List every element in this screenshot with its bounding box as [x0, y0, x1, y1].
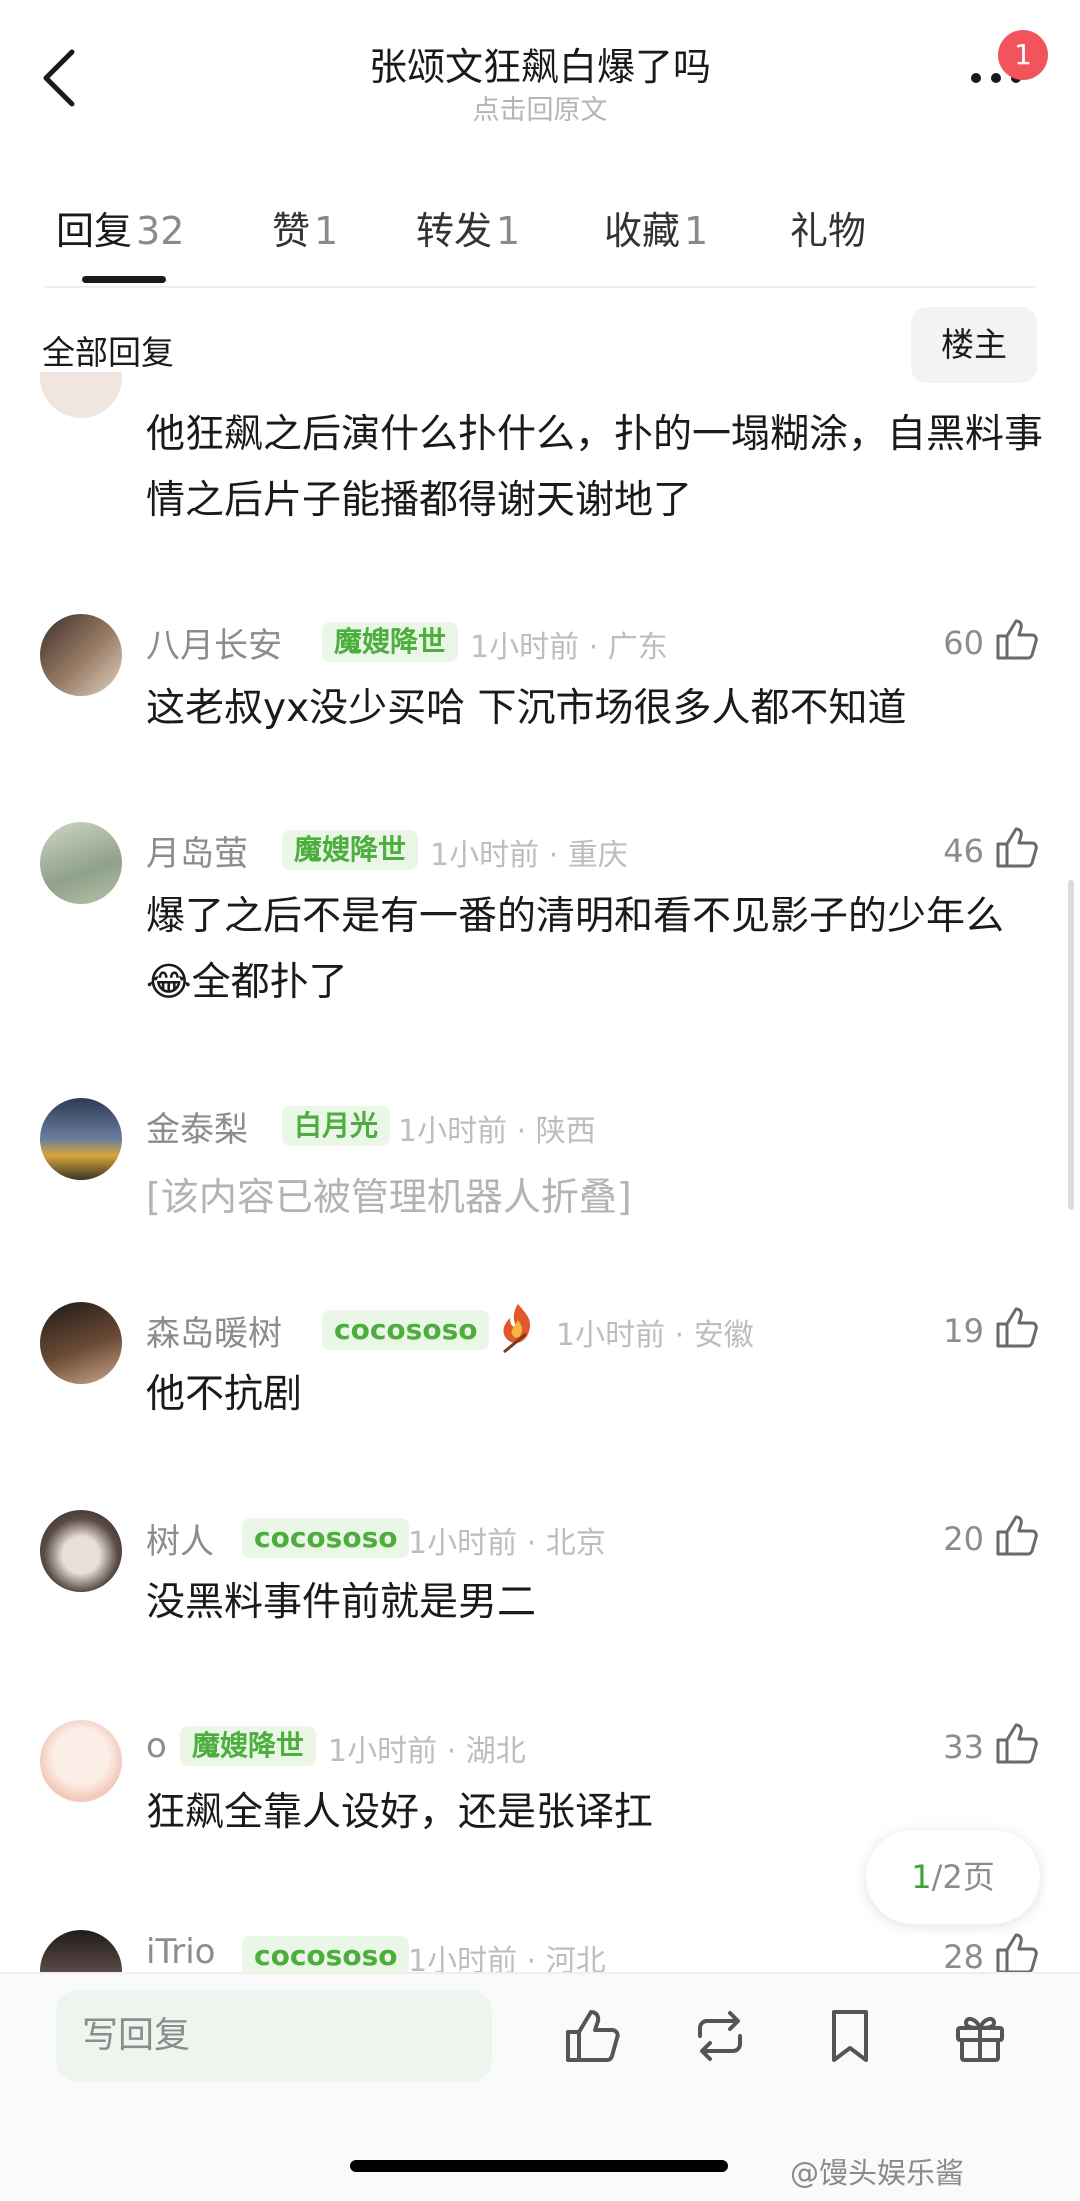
like-count: 60	[943, 624, 984, 662]
comment-text: 他狂飙之后演什么扑什么，扑的一塌糊涂，自黑料事情之后片子能播都得谢天谢地了	[146, 412, 1044, 523]
all-replies-heading: 全部回复	[42, 333, 174, 372]
scrollbar[interactable]	[1068, 880, 1074, 1210]
thumbs-up-icon[interactable]	[994, 1304, 1040, 1350]
watermark: @馒头娱乐酱	[790, 2156, 965, 2190]
thumbs-up-icon[interactable]	[994, 616, 1040, 662]
repost-icon[interactable]	[690, 2006, 750, 2066]
avatar[interactable]	[40, 1720, 122, 1802]
reply-input[interactable]: 写回复	[56, 1990, 492, 2082]
comment-meta: 1小时前 · 广东	[470, 630, 668, 665]
comment-text: 没黑料事件前就是男二	[146, 1580, 537, 1625]
fan-badge: 魔嫂降世	[282, 830, 419, 870]
tab-replies[interactable]: 回复 32	[56, 200, 184, 255]
like-count: 33	[943, 1728, 984, 1766]
username[interactable]: 月岛萤	[146, 826, 248, 875]
fan-badge: 魔嫂降世	[180, 1726, 317, 1766]
tab-label: 转发	[416, 209, 493, 253]
like-count: 19	[943, 1312, 984, 1350]
comment-text: 爆了之后不是有一番的清明和看不见影子的少年么😂全都扑了	[146, 894, 1005, 1005]
folded-comment-notice: [该内容已被管理机器人折叠]	[146, 1175, 632, 1219]
username[interactable]: 森岛暖树	[146, 1306, 282, 1355]
fan-badge: cocososo	[322, 1310, 490, 1350]
username[interactable]: iTrio	[146, 1932, 215, 1972]
username[interactable]: 金泰梨	[146, 1102, 248, 1151]
divider	[44, 286, 1036, 288]
like-count: 20	[943, 1520, 984, 1558]
comment-text: 这老叔yx没少买哈 下沉市场很多人都不知道	[146, 686, 907, 731]
page-indicator[interactable]: 1/2页	[866, 1830, 1040, 1924]
tab-count: 1	[314, 209, 339, 253]
tab-label: 礼物	[790, 209, 867, 253]
bookmark-icon[interactable]	[820, 2006, 880, 2066]
comment-text: 他不抗剧	[146, 1372, 303, 1417]
username[interactable]: 八月长安	[146, 618, 282, 667]
avatar[interactable]	[40, 1930, 122, 1972]
tab-gifts[interactable]: 礼物	[790, 200, 866, 255]
comment-meta: 1小时前 · 安徽	[556, 1318, 754, 1353]
fan-badge: cocososo	[242, 1518, 410, 1558]
comment-meta: 1小时前 · 北京	[408, 1526, 606, 1561]
tab-favorites[interactable]: 收藏 1	[604, 200, 708, 255]
avatar[interactable]	[40, 1510, 122, 1592]
tab-count: 1	[496, 209, 521, 253]
avatar[interactable]	[40, 1098, 122, 1180]
tab-count: 1	[684, 209, 709, 253]
like-count: 46	[943, 832, 984, 870]
flame-medal-icon	[503, 1304, 531, 1354]
current-page: 1	[911, 1858, 932, 1896]
tab-count: 32	[136, 209, 185, 253]
tab-likes[interactable]: 赞1	[272, 200, 338, 255]
tab-label: 收藏	[604, 209, 681, 253]
fan-badge: cocososo	[242, 1936, 410, 1976]
tab-label: 赞	[272, 209, 311, 253]
home-indicator[interactable]	[350, 2160, 728, 2172]
comment-meta: 1小时前 · 陕西	[398, 1114, 596, 1149]
post-title: 张颂文狂飙白爆了吗	[368, 45, 711, 89]
thumbs-up-icon[interactable]	[994, 824, 1040, 870]
thumbs-up-icon[interactable]	[562, 2006, 622, 2066]
username[interactable]: o	[146, 1726, 167, 1766]
total-pages: /2页	[931, 1858, 995, 1896]
notification-badge: 1	[998, 30, 1048, 80]
tab-reposts[interactable]: 转发 1	[416, 200, 520, 255]
username[interactable]: 树人	[146, 1514, 214, 1563]
active-tab-indicator	[82, 276, 166, 283]
fan-badge: 魔嫂降世	[322, 622, 459, 662]
tab-label: 回复	[56, 209, 133, 253]
gift-icon[interactable]	[950, 2006, 1010, 2066]
fan-badge: 白月光	[282, 1106, 391, 1146]
comment-meta: 1小时前 · 湖北	[328, 1734, 526, 1769]
thumbs-up-icon[interactable]	[994, 1930, 1040, 1976]
comment-meta: 1小时前 · 重庆	[430, 838, 628, 873]
back-to-original-link[interactable]: 点击回原文	[0, 88, 1080, 127]
avatar[interactable]	[40, 372, 122, 418]
owner-only-button[interactable]: 楼主	[911, 307, 1037, 383]
avatar[interactable]	[40, 614, 122, 696]
like-count: 28	[943, 1938, 984, 1976]
thumbs-up-icon[interactable]	[994, 1720, 1040, 1766]
thumbs-up-icon[interactable]	[994, 1512, 1040, 1558]
avatar[interactable]	[40, 822, 122, 904]
avatar[interactable]	[40, 1302, 122, 1384]
